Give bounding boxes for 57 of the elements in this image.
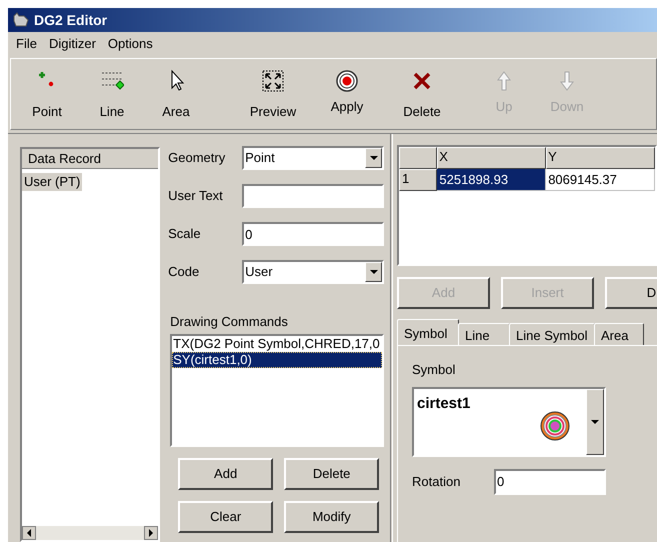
toolbar-button[interactable]: Point	[17, 59, 77, 129]
text-field[interactable]	[242, 184, 384, 208]
tab[interactable]: Line	[458, 323, 510, 345]
rotation-field[interactable]: 0	[494, 468, 606, 494]
toolbar-button[interactable]: Apply	[317, 59, 377, 129]
tab[interactable]: Symbol	[397, 319, 459, 345]
tab[interactable]: Line Symbol	[509, 323, 595, 345]
left-arrow-icon	[26, 529, 32, 537]
column-header[interactable]: X	[437, 147, 546, 169]
caret-icon	[591, 420, 599, 424]
push-button[interactable]: Add	[178, 458, 274, 490]
dropdown-button[interactable]	[586, 388, 604, 454]
right-arrow-icon	[148, 529, 154, 537]
field-label: Geometry	[168, 149, 226, 168]
field-label: Code	[168, 263, 200, 282]
caret-icon	[370, 270, 378, 274]
list-item[interactable]: TX(DG2 Point Symbol,CHRED,17,0	[172, 336, 382, 352]
field-label: User Text	[168, 187, 224, 206]
push-button[interactable]: Modify	[284, 500, 380, 532]
toolbar-button[interactable]: Delete	[392, 59, 452, 129]
scroll-right-button[interactable]	[144, 526, 158, 540]
table-cell[interactable]: 8069145.37	[546, 169, 655, 191]
dropdown-field[interactable]: User	[242, 260, 384, 284]
target-symbol-icon	[540, 410, 570, 440]
field-label: Symbol	[412, 361, 456, 379]
horizontal-scrollbar[interactable]	[22, 526, 158, 540]
scroll-left-button[interactable]	[22, 526, 36, 540]
menu-item[interactable]: Digitizer	[42, 34, 102, 54]
push-button[interactable]: Delete	[284, 458, 380, 490]
menu-item[interactable]: Options	[102, 34, 159, 54]
table-cell[interactable]: 5251898.93	[437, 169, 546, 191]
caret-icon	[370, 156, 378, 160]
expand-arrows-icon	[261, 69, 285, 93]
section-label: Drawing Commands	[170, 313, 289, 331]
tab[interactable]: Area	[594, 323, 644, 345]
app-icon	[12, 12, 30, 28]
menu-item[interactable]: File	[10, 34, 43, 54]
target-icon	[335, 69, 359, 93]
column-header[interactable]: Y	[546, 147, 656, 169]
push-button[interactable]: D	[605, 277, 657, 309]
symbol-name: cirtest1	[417, 394, 470, 414]
coordinate-table[interactable]: X Y 1 5251898.93 8069145.37	[397, 145, 657, 266]
field-label: Rotation	[412, 472, 462, 491]
window-title: DG2 Editor	[34, 10, 108, 30]
push-button[interactable]: Clear	[178, 500, 274, 532]
toolbar-button[interactable]: Area	[146, 59, 206, 129]
command-list[interactable]: TX(DG2 Point Symbol,CHRED,17,0 SY(cirtest1,0)	[170, 334, 384, 446]
field-label: Scale	[168, 225, 202, 244]
list-item[interactable]: SY(cirtest1,0)	[172, 352, 382, 368]
dropdown-field[interactable]: Point	[242, 146, 384, 170]
list-item[interactable]: User (PT)	[22, 173, 82, 191]
symbol-combo-box[interactable]: cirtest1	[412, 386, 606, 456]
toolbar-button[interactable]: Line	[82, 59, 142, 129]
text-field[interactable]: 0	[242, 222, 384, 246]
toolbar-button[interactable]: Preview	[243, 59, 303, 129]
row-header[interactable]: 1	[399, 169, 438, 191]
column-header[interactable]: Data Record	[22, 149, 158, 169]
